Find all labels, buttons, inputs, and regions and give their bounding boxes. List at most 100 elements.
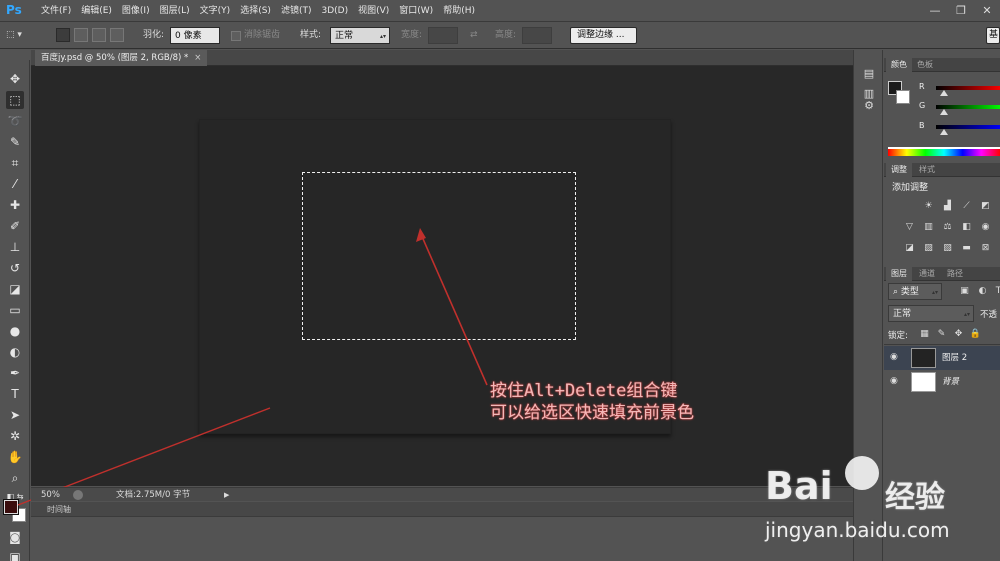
lock-transparency-icon[interactable]: ▦ — [918, 329, 931, 340]
menu-window[interactable]: 窗口(W) — [394, 0, 438, 22]
menu-file[interactable]: 文件(F) — [36, 0, 76, 22]
tab-styles[interactable]: 样式 — [914, 163, 940, 177]
workspace-button[interactable]: 基 — [986, 27, 1000, 44]
exposure-icon[interactable]: ◩ — [979, 201, 992, 212]
hand-tool-icon[interactable]: ✋ — [6, 448, 24, 466]
lock-position-icon[interactable]: ✥ — [952, 329, 965, 340]
visibility-eye-icon[interactable]: ◉ — [890, 376, 898, 386]
tab-color[interactable]: 颜色 — [886, 58, 912, 72]
minimize-icon[interactable]: — — [922, 0, 948, 22]
color-balance-icon[interactable]: ⚖ — [941, 222, 954, 233]
close-icon[interactable]: ✕ — [974, 0, 1000, 22]
tab-paths[interactable]: 路径 — [942, 267, 968, 281]
zoom-tool-icon[interactable]: ⌕ — [6, 469, 24, 487]
subtract-from-selection-icon[interactable] — [92, 28, 106, 42]
curves-icon[interactable]: ⟋ — [960, 201, 973, 212]
screen-mode-icon[interactable]: ▣ — [6, 548, 24, 561]
tab-swatches[interactable]: 色板 — [912, 58, 938, 72]
menu-3d[interactable]: 3D(D) — [316, 0, 353, 22]
menu-layer[interactable]: 图层(L) — [155, 0, 195, 22]
custom-shape-tool-icon[interactable]: ✲ — [6, 427, 24, 445]
filter-adjustment-icon[interactable]: ◐ — [976, 286, 989, 297]
menu-edit[interactable]: 编辑(E) — [76, 0, 117, 22]
crop-tool-icon[interactable]: ⌗ — [6, 154, 24, 172]
layer-filter-select[interactable]: ⌕ 类型 — [888, 283, 942, 301]
filter-pixel-icon[interactable]: ▣ — [958, 286, 971, 297]
height-input[interactable] — [522, 27, 552, 44]
actions-panel-icon[interactable]: ⚙ — [861, 98, 877, 114]
lock-pixels-icon[interactable]: ✎ — [935, 329, 948, 340]
posterize-icon[interactable]: ▨ — [922, 243, 935, 254]
photo-filter-icon[interactable]: ◉ — [979, 222, 992, 233]
layer-row-background[interactable]: ◉ 背景 — [884, 370, 1000, 394]
width-input[interactable] — [428, 27, 458, 44]
healing-brush-tool-icon[interactable]: ✚ — [6, 196, 24, 214]
swap-icon[interactable]: ⇄ — [470, 27, 478, 44]
selective-color-icon[interactable]: ⊠ — [979, 243, 992, 254]
eraser-tool-icon[interactable]: ◪ — [6, 280, 24, 298]
gradient-tool-icon[interactable]: ▭ — [6, 301, 24, 319]
antialias-checkbox[interactable] — [231, 31, 241, 41]
menu-image[interactable]: 图像(I) — [117, 0, 155, 22]
eyedropper-tool-icon[interactable]: ⁄ — [6, 175, 24, 193]
adjustments-title: 添加调整 — [892, 183, 929, 193]
tab-layers[interactable]: 图层 — [886, 267, 912, 281]
black-white-icon[interactable]: ◧ — [960, 222, 973, 233]
menu-select[interactable]: 选择(S) — [235, 0, 276, 22]
refine-edge-button[interactable]: 调整边缘 ... — [570, 27, 637, 44]
rectangular-marquee-tool-icon[interactable]: ⬚ — [6, 91, 24, 109]
lock-all-icon[interactable]: 🔒 — [969, 329, 982, 340]
vibrance-icon[interactable]: ▽ — [903, 222, 916, 233]
add-to-selection-icon[interactable] — [74, 28, 88, 42]
green-slider[interactable]: G — [890, 101, 1000, 115]
color-spectrum-bar[interactable] — [888, 147, 1000, 156]
clone-stamp-tool-icon[interactable]: ⊥ — [6, 238, 24, 256]
menu-type[interactable]: 文字(Y) — [195, 0, 236, 22]
invert-icon[interactable]: ◪ — [903, 243, 916, 254]
style-select[interactable]: 正常 — [330, 27, 390, 45]
pen-tool-icon[interactable]: ✒ — [6, 364, 24, 382]
type-tool-icon[interactable]: T — [6, 385, 24, 403]
layer-row-layer2[interactable]: ◉ 图层 2 — [884, 346, 1000, 370]
tab-adjustments[interactable]: 调整 — [886, 163, 912, 177]
foreground-color-swatch[interactable] — [3, 499, 19, 515]
menu-help[interactable]: 帮助(H) — [438, 0, 480, 22]
gradient-map-icon[interactable]: ▬ — [960, 243, 973, 254]
blue-slider[interactable]: B — [890, 121, 1000, 135]
history-brush-tool-icon[interactable]: ↺ — [6, 259, 24, 277]
levels-icon[interactable]: ▟ — [941, 201, 954, 212]
feather-input[interactable]: 0 像素 — [170, 27, 220, 44]
status-menu-arrow-icon[interactable]: ▶ — [224, 488, 229, 502]
filter-type-icon[interactable]: T — [992, 286, 1000, 297]
menu-view[interactable]: 视图(V) — [353, 0, 394, 22]
blend-mode-select[interactable]: 正常 — [888, 305, 974, 323]
brightness-contrast-icon[interactable]: ☀ — [922, 201, 935, 212]
lasso-tool-icon[interactable]: ➰ — [6, 112, 24, 130]
intersect-selection-icon[interactable] — [110, 28, 124, 42]
timeline-tab[interactable]: 时间轴 — [41, 502, 77, 517]
history-panel-icon[interactable]: ▤ — [861, 66, 877, 82]
selection-marquee[interactable] — [302, 172, 576, 340]
marquee-tool-preset-icon[interactable]: ⬚ ▾ — [6, 27, 22, 44]
blur-tool-icon[interactable]: ● — [6, 322, 24, 340]
document-tab[interactable]: 百度jy.psd @ 50% (图层 2, RGB/8) * × — [35, 50, 208, 66]
move-tool-icon[interactable]: ✥ — [6, 70, 24, 88]
quick-mask-icon[interactable]: ◙ — [6, 528, 24, 546]
search-icon: ⌕ — [893, 287, 901, 297]
restore-icon[interactable]: ❐ — [948, 0, 974, 22]
red-slider[interactable]: R — [890, 82, 1000, 96]
zoom-level[interactable]: 50% — [41, 488, 60, 502]
hue-saturation-icon[interactable]: ▥ — [922, 222, 935, 233]
path-selection-tool-icon[interactable]: ➤ — [6, 406, 24, 424]
close-tab-icon[interactable]: × — [194, 53, 201, 63]
brush-tool-icon[interactable]: ✐ — [6, 217, 24, 235]
threshold-icon[interactable]: ▧ — [941, 243, 954, 254]
menu-filter[interactable]: 滤镜(T) — [276, 0, 317, 22]
tab-channels[interactable]: 通道 — [914, 267, 940, 281]
dodge-tool-icon[interactable]: ◐ — [6, 343, 24, 361]
green-label: G — [919, 101, 926, 110]
quick-selection-tool-icon[interactable]: ✎ — [6, 133, 24, 151]
visibility-eye-icon[interactable]: ◉ — [890, 352, 898, 362]
status-info-icon[interactable] — [73, 490, 83, 500]
new-selection-icon[interactable] — [56, 28, 70, 42]
